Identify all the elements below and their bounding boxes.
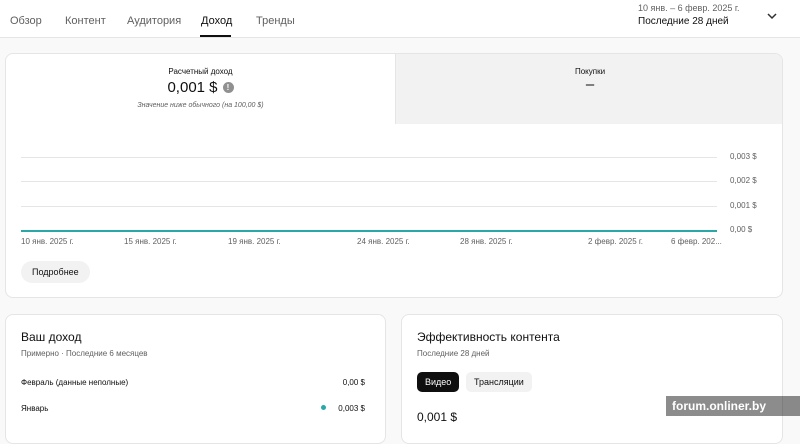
income-subtitle: Примерно · Последние 6 месяцев — [21, 349, 148, 358]
x-tick-label: 10 янв. 2025 г. — [21, 237, 74, 246]
content-performance-card: Эффективность контента Последние 28 дней… — [401, 314, 783, 444]
series-dot — [321, 405, 326, 410]
revenue-overview-card: Расчетный доход 0,001 $ ! Значение ниже … — [5, 53, 783, 298]
performance-subtitle: Последние 28 дней — [417, 349, 490, 358]
income-title: Ваш доход — [21, 330, 82, 344]
date-range-label[interactable]: Последние 28 дней — [638, 16, 729, 27]
tab-trends[interactable]: Тренды — [256, 15, 295, 27]
purchases-title: Покупки — [574, 67, 606, 76]
metric-title: Расчетный доход — [168, 67, 233, 76]
active-tab-indicator — [200, 35, 231, 37]
y-tick-label: 0,002 $ — [730, 176, 757, 186]
income-row-value: 0,003 $ — [338, 404, 365, 413]
y-tick-label: 0,00 $ — [730, 225, 753, 234]
metric-value: 0,001 $ — [167, 79, 218, 96]
tab-revenue[interactable]: Доход — [201, 15, 232, 27]
income-row-label: Февраль (данные неполные) — [21, 378, 129, 387]
metric-note: Значение ниже обычного (на 100,00 $) — [137, 102, 264, 109]
income-row-value: 0,00 $ — [342, 378, 365, 387]
tab-audience[interactable]: Аудитория — [127, 15, 181, 27]
series-line — [21, 230, 717, 232]
x-tick-label: 24 янв. 2025 г. — [357, 237, 410, 246]
gridline — [21, 205, 717, 207]
x-tick-label: 6 февр. 202... — [671, 237, 722, 246]
gridline — [21, 181, 717, 183]
chevron-down-icon[interactable] — [764, 8, 780, 24]
performance-value: 0,001 $ — [417, 410, 458, 424]
purchases-metric[interactable]: Покупки – — [395, 54, 782, 124]
x-tick-label: 15 янв. 2025 г. — [124, 237, 177, 246]
estimated-revenue-metric[interactable]: Расчетный доход 0,001 $ ! Значение ниже … — [6, 54, 395, 124]
gridline — [21, 157, 717, 158]
y-tick-label: 0,001 $ — [730, 200, 757, 210]
income-row-label: Январь — [21, 404, 49, 413]
tab-content[interactable]: Контент — [65, 15, 106, 27]
watermark: forum.onliner.by — [666, 396, 800, 416]
tab-overview[interactable]: Обзор — [10, 15, 42, 27]
date-range-text[interactable]: 10 янв. – 6 февр. 2025 г. — [638, 3, 740, 13]
x-tick-label: 2 февр. 2025 г. — [588, 237, 644, 246]
y-tick-label: 0,003 $ — [730, 152, 757, 161]
x-tick-label: 19 янв. 2025 г. — [228, 237, 281, 246]
info-icon[interactable]: ! — [222, 82, 234, 93]
performance-title: Эффективность контента — [417, 330, 560, 344]
top-navigation: Обзор Контент Аудитория Доход Тренды 10 … — [0, 0, 800, 38]
details-button[interactable]: Подробнее — [21, 261, 90, 283]
metric-value-wrap: 0,001 $ ! — [6, 79, 395, 96]
purchases-value: – — [585, 76, 595, 93]
chip-live[interactable]: Трансляции — [466, 372, 532, 392]
your-income-card: Ваш доход Примерно · Последние 6 месяцев… — [5, 314, 386, 444]
chip-videos[interactable]: Видео — [417, 372, 460, 392]
x-tick-label: 28 янв. 2025 г. — [460, 237, 513, 246]
